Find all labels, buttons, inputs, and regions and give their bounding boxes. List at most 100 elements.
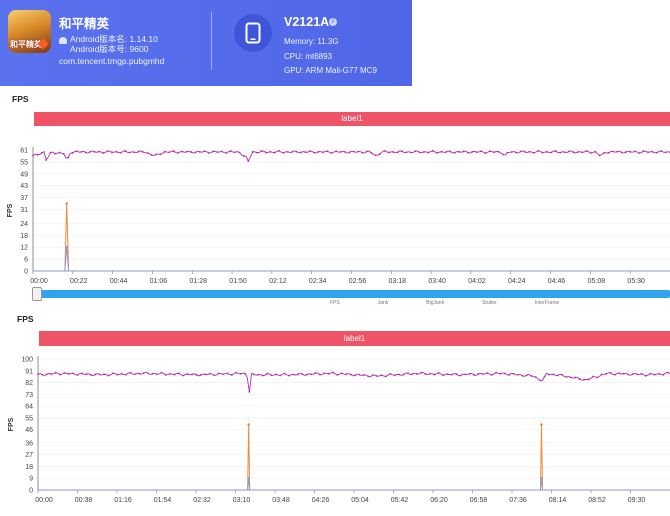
y-tick-label: 37 (20, 195, 28, 202)
fps-point (326, 150, 329, 152)
fps-point (502, 153, 504, 156)
fps-point (115, 150, 118, 153)
fps-point (305, 373, 308, 376)
fps-point (616, 150, 619, 153)
fps-point (172, 150, 175, 152)
fps-point (484, 152, 487, 155)
fps-point (357, 150, 359, 153)
fps-point (401, 150, 403, 153)
legend-item-stutter[interactable]: Stutter (482, 300, 497, 306)
scrollbar-handle[interactable] (32, 287, 42, 301)
fps-point (124, 150, 127, 152)
fps-point (128, 151, 131, 154)
y-tick-label: 64 (25, 404, 33, 411)
fps-point (269, 150, 272, 153)
fps-point (459, 374, 462, 377)
x-tick-label: 08:14 (549, 497, 567, 504)
fps-point (427, 151, 430, 154)
fps-point (195, 373, 198, 376)
fps-point (396, 151, 399, 154)
fps-point (106, 150, 109, 152)
fps-point (266, 372, 268, 375)
fps-point (581, 151, 584, 154)
fps-point (89, 373, 92, 376)
fps-point (429, 372, 431, 375)
fps-point (59, 373, 61, 376)
fps-point (477, 373, 480, 375)
fps-point (62, 153, 65, 155)
x-tick-label: 03:40 (428, 278, 446, 285)
y-tick-label: 91 (25, 368, 33, 375)
fps-point (212, 150, 215, 153)
fps-point (80, 151, 83, 153)
fps-point (486, 372, 489, 374)
x-tick-label: 01:06 (150, 278, 168, 285)
y-tick-label: 0 (29, 488, 33, 495)
fps-point (111, 372, 114, 375)
fps-point (168, 151, 171, 154)
fps-point (32, 154, 34, 157)
fps-point (317, 150, 320, 153)
fps-point (318, 373, 321, 376)
fps-point (40, 152, 43, 154)
fps-point (433, 373, 436, 376)
fps-point (572, 151, 575, 154)
fps-point (590, 152, 592, 154)
fps-point (473, 374, 475, 376)
device-cpu: CPU: mt6893 (284, 52, 333, 61)
x-tick-label: 04:24 (508, 278, 526, 285)
fps-point (371, 374, 374, 377)
fps-point (642, 150, 645, 152)
fps-point (308, 150, 311, 153)
x-tick-label: 00:00 (30, 278, 48, 285)
fps-point (495, 371, 497, 374)
fps-point (636, 373, 638, 376)
app-version-code: Android版本号: 9600 (70, 44, 149, 54)
fps-point (437, 371, 440, 374)
legend-item-bigjank[interactable]: BigJank (426, 300, 444, 306)
fps-point (264, 151, 267, 154)
fps-point (543, 375, 546, 378)
fps-point (653, 373, 656, 376)
fps-point (102, 152, 105, 154)
fps-point (379, 153, 381, 155)
fps-point (490, 374, 493, 376)
x-tick-label: 04:46 (548, 278, 566, 285)
x-tick-label: 01:50 (229, 278, 247, 285)
fps-point (340, 372, 343, 375)
fps-point (631, 373, 634, 376)
fps-point (181, 150, 184, 153)
fps-point (97, 150, 100, 153)
fps-point (468, 372, 471, 375)
x-tick-label: 02:12 (269, 278, 287, 285)
jank-series-line (38, 424, 670, 491)
legend-item-interframe[interactable]: InterFrame (535, 300, 559, 306)
x-tick-label: 03:10 (233, 497, 251, 504)
app-device-header: 和平精英 和平精英 Android版本名: 1.14.10 Android版本号… (0, 0, 412, 86)
fps-point (349, 373, 352, 376)
app-package-name: com.tencent.tmgp.pubgmhd (59, 56, 165, 66)
fps-point (120, 372, 123, 375)
fps-point (521, 374, 524, 377)
legend-item-fps[interactable]: FPS (330, 300, 340, 306)
y-axis-label: FPS (7, 203, 14, 217)
fps-point (116, 373, 119, 376)
fps-point (568, 150, 570, 153)
fps-point (409, 151, 412, 154)
x-tick-label: 03:18 (389, 278, 407, 285)
fps-point (242, 154, 245, 157)
fps-point (354, 374, 357, 377)
jank-peak-point (65, 202, 69, 205)
fps-point (304, 151, 307, 154)
legend-item-jank[interactable]: Jank (378, 300, 389, 306)
x-tick-label: 08:52 (588, 497, 606, 504)
time-range-scrollbar[interactable] (32, 290, 670, 298)
fps-point (592, 375, 594, 378)
fps-point (664, 151, 667, 154)
fps-point (133, 373, 136, 376)
fps-point (524, 151, 526, 153)
fps-point (182, 374, 185, 377)
chart-legend: FPS Jank BigJank Stutter InterFrame (330, 300, 597, 306)
fps-point (458, 150, 461, 153)
info-icon[interactable]: i (329, 18, 337, 26)
